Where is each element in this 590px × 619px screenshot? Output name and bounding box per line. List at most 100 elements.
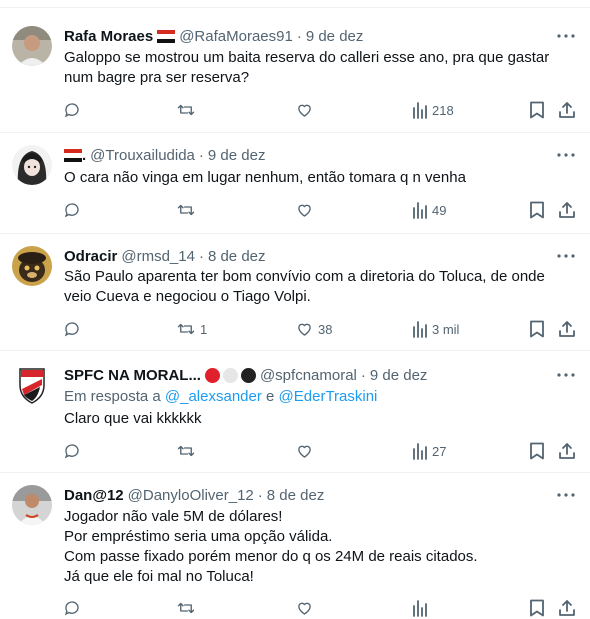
reply-mention-link[interactable]: @_alexsander — [165, 388, 262, 405]
reply-button[interactable] — [63, 440, 85, 462]
reply-mention-link[interactable]: @EderTraskini — [279, 388, 378, 405]
tweet-date[interactable]: 8 de dez — [267, 487, 325, 504]
bookmark-icon — [530, 101, 544, 119]
avatar[interactable] — [12, 246, 52, 286]
like-icon — [298, 445, 311, 458]
tweet-text-line: Já que ele foi mal no Toluca! — [64, 568, 254, 585]
views-icon — [413, 102, 427, 119]
reply-button[interactable] — [63, 199, 85, 221]
author-handle[interactable]: @Trouxailudida — [90, 147, 195, 164]
black-circle-icon — [240, 367, 256, 383]
reply-prefix: Em resposta a — [64, 388, 161, 405]
reply-context: Em resposta a @_alexsander e @EderTraski… — [64, 387, 377, 407]
avatar[interactable] — [12, 365, 52, 405]
tweet-text: São Paulo aparenta ter bom convívio com … — [64, 267, 572, 307]
retweet-icon — [177, 204, 195, 216]
share-button[interactable] — [558, 597, 576, 619]
reply-button[interactable] — [63, 99, 85, 121]
tweet-text-line: veio Cueva e negociou o Tiago Volpi. — [64, 288, 311, 305]
views-button[interactable]: 49 — [412, 199, 446, 221]
tweet-text: Claro que vai kkkkkk — [64, 409, 572, 429]
tweet-text-line: Claro que vai kkkkkk — [64, 410, 202, 427]
retweet-button[interactable]: 1 — [176, 318, 207, 340]
more-icon[interactable] — [556, 246, 576, 266]
share-button[interactable] — [558, 318, 576, 340]
bookmark-button[interactable] — [529, 440, 545, 462]
author-name[interactable]: . — [82, 147, 86, 164]
views-count: 27 — [432, 443, 447, 459]
author-handle[interactable]: @DanyloOliver_12 — [128, 487, 254, 504]
flag-icon — [157, 29, 176, 43]
bookmark-button[interactable] — [529, 597, 545, 619]
tweet-text-line: Galoppo se mostrou um baita reserva do c… — [64, 49, 550, 66]
reply-icon — [64, 444, 79, 459]
views-icon — [413, 202, 427, 219]
tweet-date[interactable]: 8 de dez — [208, 248, 266, 265]
share-button[interactable] — [558, 440, 576, 462]
more-icon[interactable] — [556, 26, 576, 46]
tweet-text-line: O cara não vinga em lugar nenhum, então … — [64, 169, 466, 186]
tweet[interactable]: Odracir @rmsd_14 · 8 de dez São Paulo ap… — [0, 234, 590, 351]
like-button[interactable] — [295, 597, 314, 619]
views-button[interactable]: 27 — [412, 440, 446, 462]
tweet-text: O cara não vinga em lugar nenhum, então … — [64, 168, 572, 188]
author-handle[interactable]: @spfcnamoral — [260, 367, 357, 384]
like-button[interactable] — [295, 440, 318, 462]
red-circle-icon — [204, 367, 220, 383]
share-icon — [559, 443, 575, 459]
views-button[interactable]: 218 — [412, 99, 454, 121]
more-icon[interactable] — [556, 145, 576, 165]
more-icon[interactable] — [556, 485, 576, 505]
retweet-count: 1 — [200, 321, 208, 337]
author-name[interactable]: Dan@12 — [64, 487, 124, 504]
views-button[interactable]: 3 mil — [412, 318, 459, 340]
like-button[interactable]: 38 — [295, 318, 332, 340]
share-button[interactable] — [558, 99, 576, 121]
views-icon — [413, 600, 427, 617]
share-icon — [559, 600, 575, 616]
views-button[interactable] — [412, 597, 428, 619]
retweet-button[interactable] — [176, 440, 200, 462]
reply-icon — [64, 601, 79, 616]
tweet[interactable]: SPFC NA MORAL... @spfcnamoral · 9 de dez… — [0, 351, 590, 473]
like-button[interactable] — [295, 199, 318, 221]
retweet-button[interactable] — [176, 99, 200, 121]
tweet-text-line: Por empréstimo seria uma opção válida. — [64, 528, 333, 545]
tweet[interactable]: Dan@12 @DanyloOliver_12 · 8 de dez Jogad… — [0, 473, 590, 617]
separator-dot: · — [198, 146, 204, 164]
share-button[interactable] — [558, 199, 576, 221]
avatar[interactable] — [12, 485, 52, 525]
views-count: 49 — [432, 202, 447, 218]
flag-icon — [64, 148, 82, 162]
reply-button[interactable] — [63, 597, 81, 619]
separator-dot: · — [198, 247, 204, 265]
bookmark-icon — [530, 201, 544, 219]
author-name[interactable]: Odracir — [64, 248, 117, 265]
white-circle-icon — [222, 367, 238, 383]
tweet-date[interactable]: 9 de dez — [370, 367, 428, 384]
avatar[interactable] — [12, 145, 52, 185]
tweet-text-line: Com passe fixado porém menor do q os 24M… — [64, 548, 478, 565]
more-icon[interactable] — [556, 365, 576, 385]
retweet-button[interactable] — [176, 597, 196, 619]
separator-dot: · — [296, 27, 302, 45]
retweet-button[interactable] — [176, 199, 200, 221]
author-name[interactable]: Rafa Moraes — [64, 28, 153, 45]
author-handle[interactable]: @rmsd_14 — [121, 248, 195, 265]
bookmark-button[interactable] — [529, 99, 545, 121]
reply-icon — [64, 203, 79, 218]
tweet-date[interactable]: 9 de dez — [208, 147, 266, 164]
avatar[interactable] — [12, 26, 52, 66]
author-handle[interactable]: @RafaMoraes91 — [179, 28, 293, 45]
like-button[interactable] — [295, 99, 318, 121]
tweet-text-line: São Paulo aparenta ter bom convívio com … — [64, 268, 545, 285]
like-icon — [298, 204, 311, 217]
tweet[interactable]: Rafa Moraes @RafaMoraes91 · 9 de dez Gal… — [0, 8, 590, 133]
tweet-date[interactable]: 9 de dez — [306, 28, 364, 45]
author-name[interactable]: SPFC NA MORAL... — [64, 367, 201, 384]
retweet-icon — [177, 602, 195, 614]
tweet[interactable]: . @Trouxailudida · 9 de dez O cara não v… — [0, 133, 590, 234]
bookmark-button[interactable] — [529, 318, 545, 340]
reply-button[interactable] — [63, 318, 85, 340]
bookmark-button[interactable] — [529, 199, 545, 221]
